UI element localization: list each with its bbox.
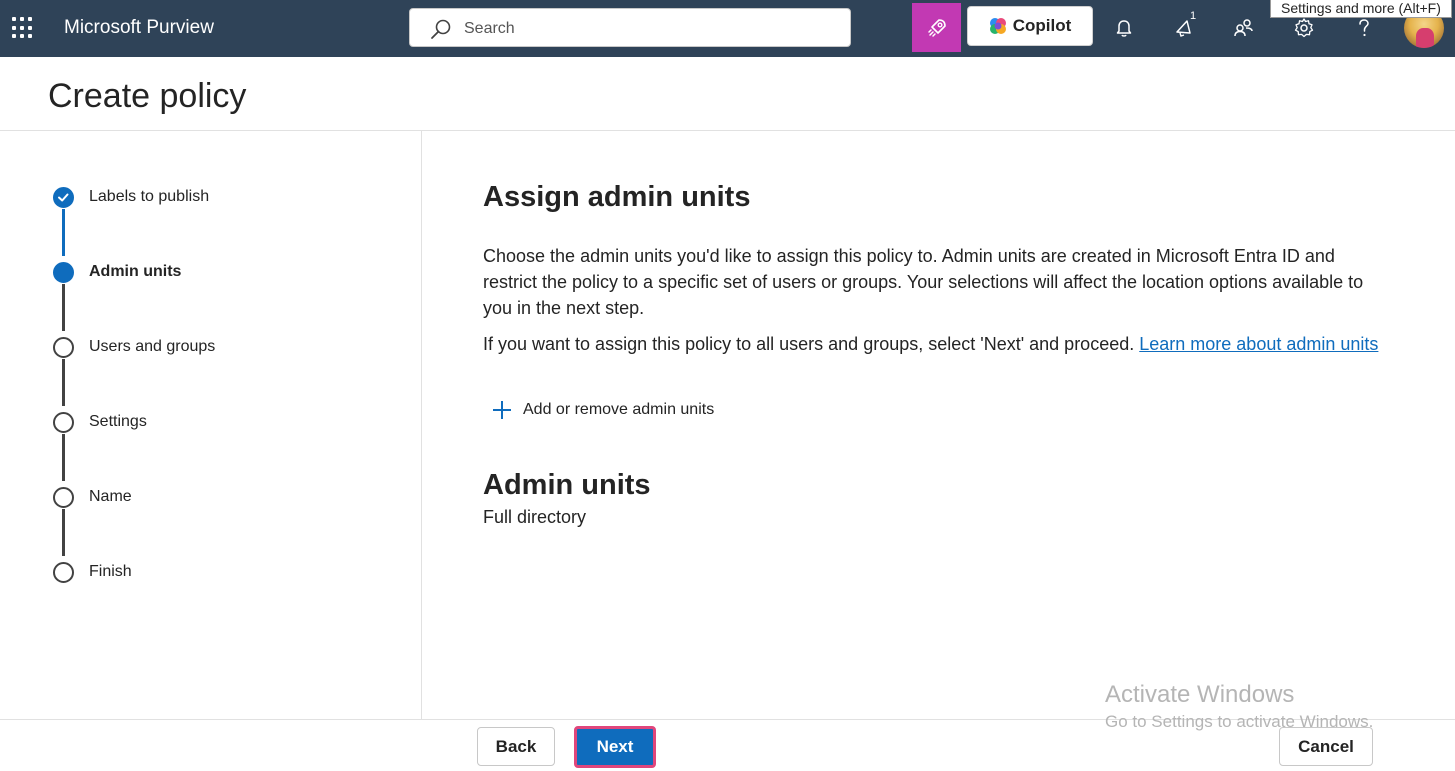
page-header: Create policy [0, 57, 1455, 131]
step-label: Admin units [89, 263, 182, 280]
cancel-button[interactable]: Cancel [1279, 727, 1373, 766]
step-label: Name [89, 488, 132, 505]
rocket-button[interactable] [912, 3, 961, 52]
copilot-icon [989, 18, 1006, 34]
admin-units-heading: Admin units [483, 469, 651, 501]
step-users-and-groups[interactable]: Users and groups [53, 335, 215, 359]
search-box[interactable] [409, 8, 851, 47]
help-button[interactable] [1350, 14, 1378, 42]
back-button[interactable]: Back [477, 727, 555, 766]
step-settings[interactable]: Settings [53, 410, 147, 434]
app-title[interactable]: Microsoft Purview [64, 17, 214, 39]
pending-step-icon [53, 411, 74, 433]
step-admin-units[interactable]: Admin units [53, 260, 181, 284]
settings-button[interactable] [1290, 14, 1318, 42]
page-title: Create policy [48, 77, 247, 115]
main-content: Assign admin units Choose the admin unit… [423, 131, 1455, 719]
settings-tooltip: Settings and more (Alt+F) [1270, 0, 1452, 18]
checkmark-icon [53, 186, 74, 208]
current-step-icon [53, 261, 74, 283]
people-icon [1234, 19, 1253, 37]
step-connector [62, 359, 65, 406]
add-remove-label: Add or remove admin units [523, 401, 715, 418]
pending-step-icon [53, 336, 74, 358]
notification-badge: 1 [1190, 10, 1197, 22]
gear-icon [1294, 18, 1314, 38]
step-connector [62, 209, 65, 256]
admin-units-value: Full directory [483, 507, 587, 527]
search-input[interactable] [464, 18, 834, 40]
wizard-stepper: Labels to publish Admin units Users and … [0, 131, 422, 719]
next-label: Next [596, 737, 634, 756]
description-text: Choose the admin units you'd like to ass… [483, 246, 1364, 318]
rocket-icon [927, 18, 946, 37]
community-button[interactable] [1230, 14, 1258, 42]
section-heading: Assign admin units [483, 181, 751, 213]
step-finish[interactable]: Finish [53, 560, 132, 584]
app-launcher-icon[interactable] [12, 17, 34, 39]
step-connector [62, 284, 65, 331]
step-connector [62, 434, 65, 481]
bell-icon [1116, 20, 1132, 37]
step-name[interactable]: Name [53, 485, 132, 509]
step-label: Users and groups [89, 338, 216, 355]
learn-more-link[interactable]: Learn more about admin units [1139, 334, 1378, 354]
notifications-button[interactable] [1110, 14, 1138, 42]
step-label: Labels to publish [89, 188, 210, 205]
help-icon [1359, 19, 1369, 37]
step-label: Settings [89, 413, 147, 430]
next-button[interactable]: Next [574, 726, 656, 768]
pending-step-icon [53, 486, 74, 508]
instruction-text: If you want to assign this policy to all… [483, 334, 1135, 354]
step-labels-to-publish[interactable]: Labels to publish [53, 185, 209, 209]
pending-step-icon [53, 561, 74, 583]
step-connector [62, 509, 65, 556]
copilot-label: Copilot [1012, 16, 1072, 35]
footer: Back Next Cancel [0, 719, 1455, 771]
copilot-button[interactable]: Copilot [967, 6, 1093, 46]
search-icon [431, 19, 451, 39]
step-label: Finish [89, 563, 132, 580]
plus-icon [493, 401, 511, 419]
top-bar: Microsoft Purview Copilot [0, 0, 1455, 57]
add-remove-admin-units-button[interactable]: Add or remove admin units [491, 399, 714, 421]
description-text-2: If you want to assign this policy to all… [483, 331, 1383, 357]
